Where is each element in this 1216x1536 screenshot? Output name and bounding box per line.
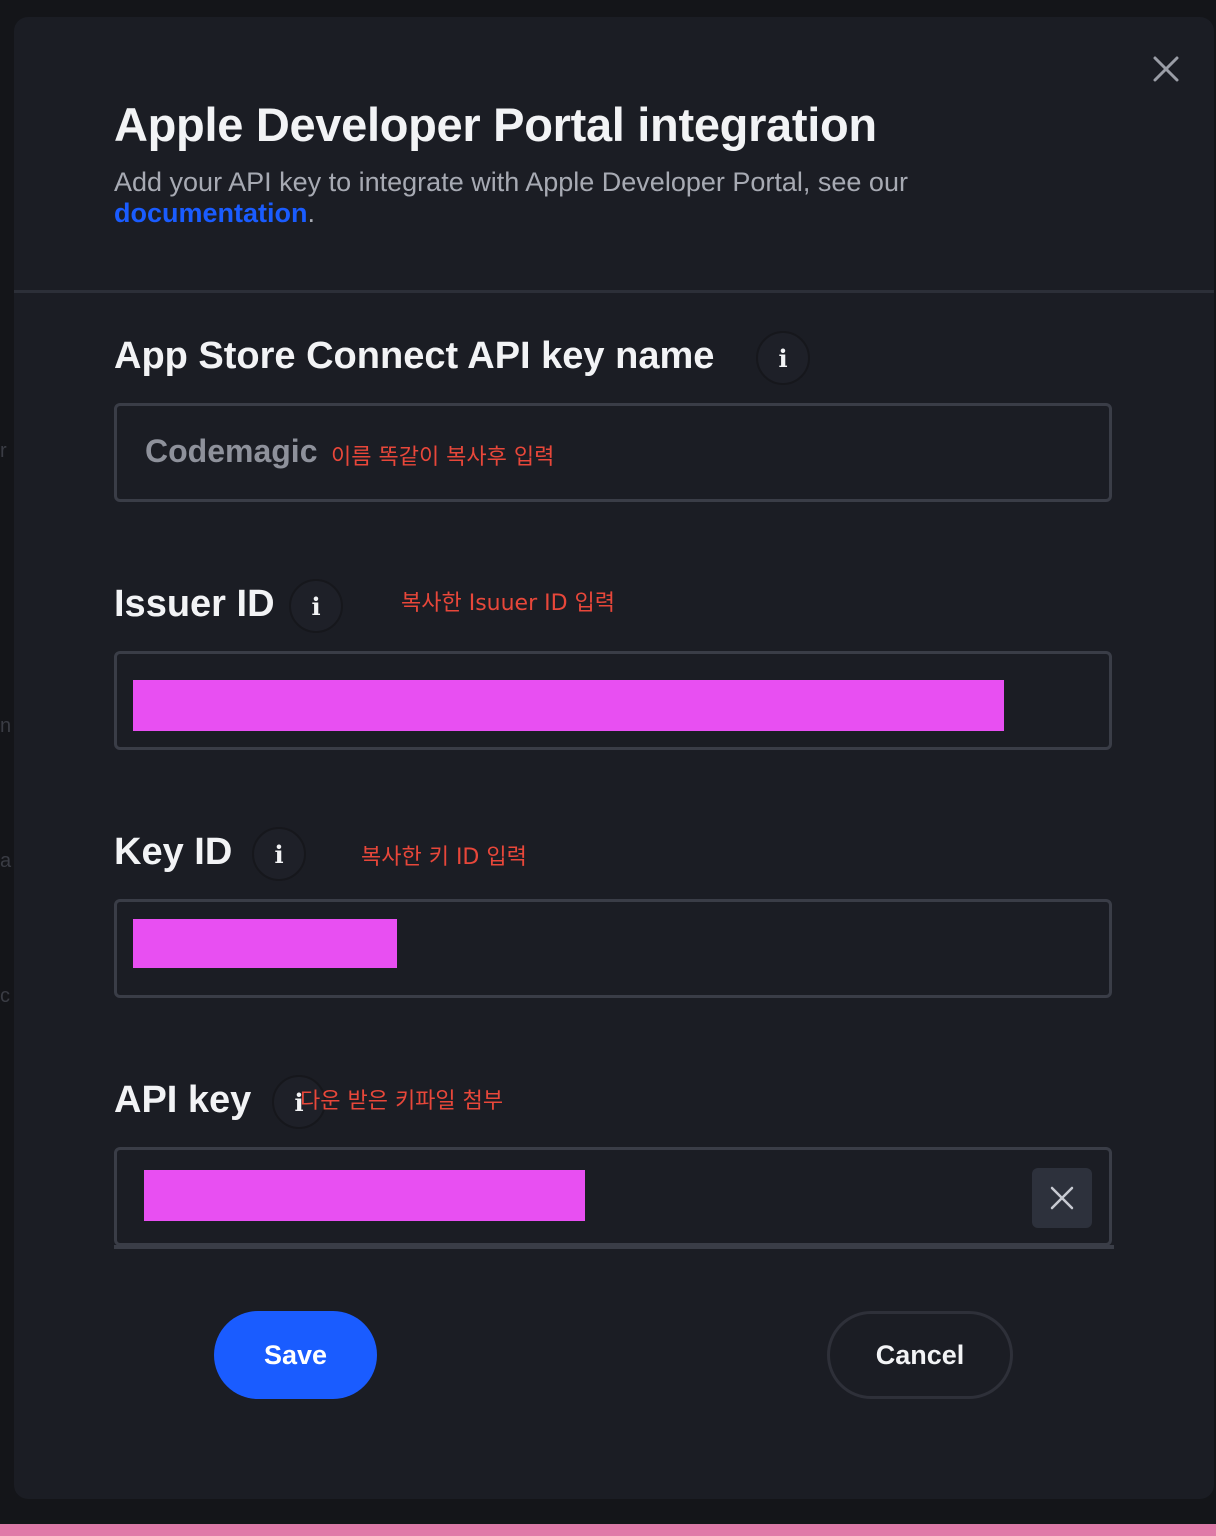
api-key-redaction <box>144 1170 585 1221</box>
background-content-edge: n <box>0 715 12 737</box>
dialog-subtitle: Add your API key to integrate with Apple… <box>114 167 1014 229</box>
api-key-annotation: 다운 받은 키파일 첨부 <box>300 1089 504 1114</box>
cancel-button[interactable]: Cancel <box>827 1311 1013 1399</box>
issuer-id-annotation: 복사한 Isuuer ID 입력 <box>401 591 616 616</box>
clear-file-button[interactable] <box>1032 1168 1092 1228</box>
close-dialog-button[interactable] <box>1150 53 1182 85</box>
save-button[interactable]: Save <box>214 1311 377 1399</box>
background-content-edge: r <box>0 440 7 462</box>
key-id-input[interactable] <box>114 899 1112 998</box>
issuer-id-input[interactable] <box>114 651 1112 750</box>
key-name-input[interactable]: Codemagic 이름 똑같이 복사후 입력 <box>114 403 1112 502</box>
key-name-value: Codemagic <box>145 433 318 469</box>
key-id-annotation: 복사한 키 ID 입력 <box>361 845 527 870</box>
background-content-edge: c <box>0 985 10 1007</box>
issuer-id-label: Issuer ID <box>114 583 275 625</box>
bottom-strip <box>0 1524 1216 1536</box>
file-input-underline <box>114 1245 1114 1249</box>
key-name-info-icon[interactable]: i <box>756 331 810 385</box>
header-divider <box>14 290 1214 293</box>
key-id-label: Key ID <box>114 831 233 873</box>
subtitle-period: . <box>307 198 316 228</box>
close-icon <box>1153 56 1179 82</box>
key-name-label: App Store Connect API key name <box>114 335 715 377</box>
integration-dialog: Apple Developer Portal integration Add y… <box>14 17 1214 1499</box>
dialog-title: Apple Developer Portal integration <box>114 98 877 151</box>
close-icon <box>1050 1186 1074 1210</box>
api-key-file-input[interactable] <box>114 1147 1112 1246</box>
issuer-id-redaction <box>133 680 1004 731</box>
key-id-redaction <box>133 919 397 968</box>
subtitle-text: Add your API key to integrate with Apple… <box>114 167 908 197</box>
api-key-label: API key <box>114 1079 252 1121</box>
background-content-edge: a <box>0 850 12 872</box>
key-id-info-icon[interactable]: i <box>252 827 306 881</box>
documentation-link[interactable]: documentation <box>114 198 308 228</box>
issuer-id-info-icon[interactable]: i <box>289 579 343 633</box>
key-name-annotation: 이름 똑같이 복사후 입력 <box>331 445 555 470</box>
